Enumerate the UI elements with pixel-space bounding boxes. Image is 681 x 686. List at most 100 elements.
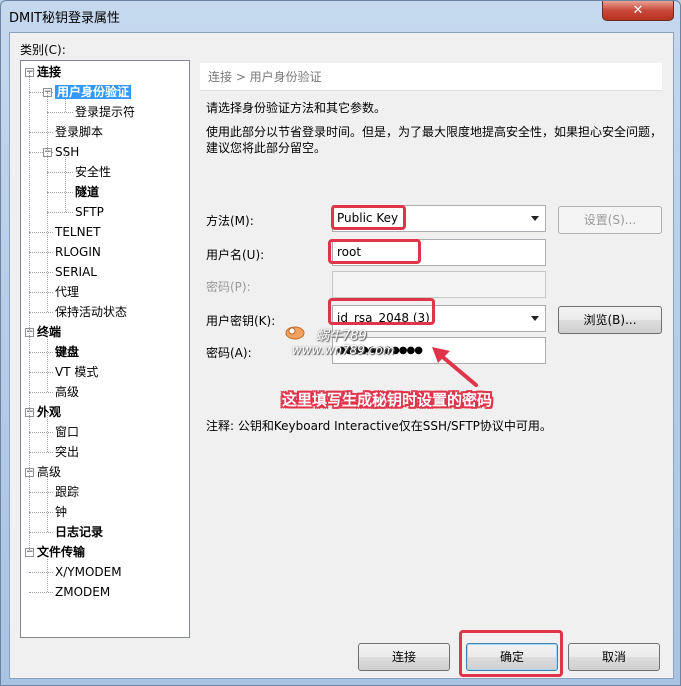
watermark-line-2: www.wn789.com [292,343,395,357]
tree-item[interactable]: 外观 [37,403,61,421]
userkey-highlight-box [328,298,435,325]
tree-item[interactable]: 保持活动状态 [55,303,127,321]
tree-connector [29,372,53,373]
tree-item-label: 登录提示符 [75,105,136,119]
tree-item-label: 文件传输 [37,545,86,559]
chevron-down-icon [531,316,539,321]
tree-item-label: SSH [55,145,80,159]
tree-item[interactable]: TELNET [55,223,101,241]
tree-item-label: VT 模式 [55,365,99,379]
tree-item[interactable]: 代理 [55,283,79,301]
tree-item[interactable]: X/YMODEM [55,563,122,581]
ok-highlight-box [459,630,563,677]
username-label: 用户名(U): [206,248,265,262]
intro-text: 请选择身份验证方法和其它参数。 [206,101,387,115]
tree-item[interactable]: 登录脚本 [55,123,103,141]
tree-connector [29,392,53,393]
tree-item[interactable]: 高级 [37,463,61,481]
settings-button[interactable]: 设置(S)... [558,206,662,234]
tree-item-label: X/YMODEM [55,565,122,579]
dialog-window: DMIT秘钥登录属性 ✕ 类别(C): 连接 − 用户身份验证 − 登录提示符 登录脚本 S… [0,0,681,686]
note-text: 注释: 公钥和Keyboard Interactive仅在SSH/SFTP协议中… [206,419,552,433]
close-button[interactable]: ✕ [602,1,674,21]
tree-connector [29,512,53,513]
tree-item-label: 跟踪 [55,485,80,499]
tree-item[interactable]: SSH [55,143,79,161]
tree-connector [29,252,53,253]
tree-connector [29,592,53,593]
tree-item[interactable]: 钟 [55,503,67,521]
password-label: 密码(P): [206,280,251,294]
tree-item[interactable]: 终端 [37,323,61,341]
userkey-label: 用户密钥(K): [206,314,276,328]
tree-connector [47,412,48,452]
tree-item-label: 用户身份验证 [55,85,132,99]
tree-connector [29,532,53,533]
tree-item-label: 安全性 [75,165,112,179]
tree-item[interactable]: VT 模式 [55,363,98,381]
tree-connector [65,92,66,112]
tree-item-label: RLOGIN [55,245,101,259]
description-line-2: 建议您将此部分留空。 [206,141,327,155]
tree-item[interactable]: 隧道 [75,183,99,201]
annotation-arrow-icon [432,347,478,387]
title-bar[interactable]: DMIT秘钥登录属性 ✕ [1,1,680,31]
tree-item-label: 高级 [37,465,62,479]
window-title: DMIT秘钥登录属性 [9,11,121,26]
tree-item[interactable]: SERIAL [55,263,97,281]
breadcrumb: 连接 > 用户身份验证 [200,63,662,91]
tree-item[interactable]: 键盘 [55,343,79,361]
cancel-button[interactable]: 取消 [568,643,660,671]
tree-item-label: 外观 [37,405,62,419]
connect-button[interactable]: 连接 [358,643,450,671]
passphrase-label: 密码(A): [206,346,252,360]
tree-item[interactable]: 用户身份验证 [55,83,132,101]
tree-item[interactable]: RLOGIN [55,243,101,261]
watermark-line-1: 蜗牛789 [316,329,367,344]
tree-item-label: 连接 [37,65,62,79]
tree-item[interactable]: 高级 [55,383,79,401]
annotation-text: 这里填写生成秘钥时设置的密码 [282,391,493,409]
tree-item[interactable]: 窗口 [55,423,79,441]
tree-item-label: 高级 [55,385,80,399]
tree-connector [47,192,73,193]
tree-connector [29,272,53,273]
password-field[interactable] [332,271,546,298]
tree-item-label: 保持活动状态 [55,305,128,319]
tree-connector [47,92,48,312]
tree-item[interactable]: 日志记录 [55,523,103,541]
tree-connector [29,432,53,433]
tree-item[interactable]: ZMODEM [55,583,110,601]
tree-item-label: 隧道 [75,185,100,199]
dialog-client-area: 类别(C): 连接 − 用户身份验证 − 登录提示符 登录脚本 SSH − 安全性 隧道 SFTP T… [9,32,674,679]
tree-connector [29,132,53,133]
tree-connector [29,72,30,552]
tree-item-label: 突出 [55,445,80,459]
tree-connector [29,352,53,353]
tree-item-label: TELNET [55,225,101,239]
tree-connector [29,572,53,573]
tree-item[interactable]: 跟踪 [55,483,79,501]
category-label: 类别(C): [20,43,66,57]
tree-item[interactable]: 文件传输 [37,543,85,561]
tree-item[interactable]: 突出 [55,443,79,461]
tree-item-label: 窗口 [55,425,80,439]
tree-item-label: 终端 [37,325,62,339]
tree-item[interactable]: 登录提示符 [75,103,135,121]
tree-connector [29,492,53,493]
category-tree[interactable]: 连接 − 用户身份验证 − 登录提示符 登录脚本 SSH − 安全性 隧道 SFTP TELNET RL… [20,60,190,638]
tree-item-label: SERIAL [55,265,97,279]
tree-item[interactable]: 安全性 [75,163,111,181]
tree-item-label: 钟 [55,505,68,519]
tree-item-label: 键盘 [55,345,80,359]
method-highlight-box [331,205,406,230]
tree-item[interactable]: SFTP [75,203,104,221]
username-highlight-box [328,239,421,264]
tree-item-label: 登录脚本 [55,125,104,139]
browse-button[interactable]: 浏览(B)... [558,306,662,334]
tree-item-label: ZMODEM [55,585,111,599]
description-line-1: 使用此部分以节省登录时间。但是，为了最大限度地提高安全性，如果担心安全问题， [206,125,663,139]
tree-connector [47,552,48,592]
tree-connector [47,332,48,392]
tree-item[interactable]: 连接 [37,63,61,81]
